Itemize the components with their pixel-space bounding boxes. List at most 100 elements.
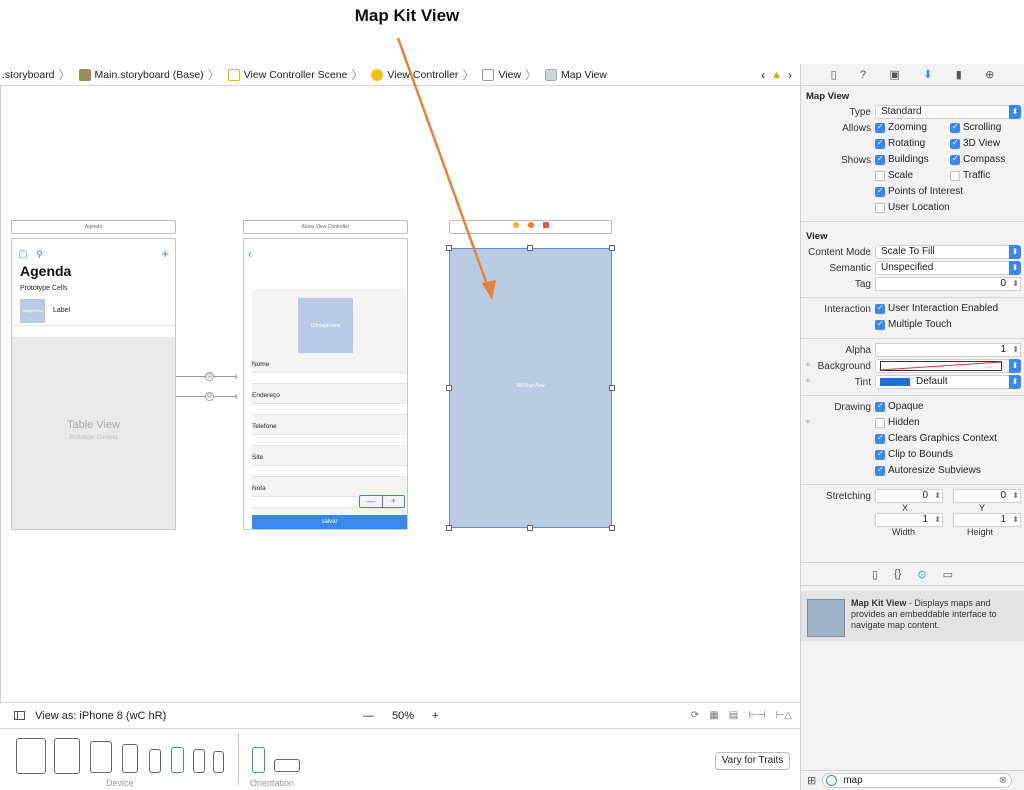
crumb-main-storyboard[interactable]: Main.storyboard (Base) 〉 xyxy=(77,66,226,83)
semantic-select[interactable]: Unspecified xyxy=(875,261,1021,275)
device-ipad-icon[interactable] xyxy=(90,741,112,773)
resize-handle[interactable] xyxy=(446,245,452,251)
stretch-y-stepper[interactable]: 0 xyxy=(953,489,1021,503)
zoom-out-button[interactable]: — xyxy=(363,710,374,722)
device-ipad-pro-10-icon[interactable] xyxy=(54,738,80,774)
endereco-field[interactable] xyxy=(252,403,407,415)
media-library-icon[interactable]: ▭ xyxy=(943,568,953,581)
storyboard-canvas[interactable]: Agenda ▢ ⚲ + Agenda Prototype Cells imag… xyxy=(0,86,800,702)
buildings-checkbox[interactable]: Buildings xyxy=(875,154,929,165)
embed-in-stack-icon[interactable]: ▦ xyxy=(709,710,718,721)
multiple-touch-checkbox[interactable]: Multiple Touch xyxy=(875,319,952,330)
view-as-label[interactable]: View as: iPhone 8 (wC hR) xyxy=(35,710,166,722)
salvar-button[interactable]: salvar xyxy=(252,515,407,529)
opaque-checkbox[interactable]: Opaque xyxy=(875,401,924,412)
aluno-image-view[interactable]: UIImageView xyxy=(298,298,353,353)
update-frames-icon[interactable]: ⟳ xyxy=(691,710,699,721)
table-row[interactable]: imageView Label xyxy=(12,296,175,326)
resize-handle[interactable] xyxy=(527,245,533,251)
map-type-select[interactable]: Standard xyxy=(875,105,1021,119)
zoom-in-button[interactable]: + xyxy=(432,710,438,722)
device-iphone-plus-icon[interactable] xyxy=(122,744,138,773)
agenda-scene-header[interactable]: Agenda xyxy=(11,220,176,234)
vary-for-traits-button[interactable]: Vary for Traits xyxy=(715,752,790,770)
orientation-portrait-icon[interactable] xyxy=(252,747,265,773)
warning-icon[interactable]: ▲ xyxy=(771,69,782,81)
first-responder-icon[interactable] xyxy=(527,222,534,228)
device-iphone-8-icon[interactable] xyxy=(171,747,184,773)
library-item-map-kit-view[interactable]: Map Kit View - Displays maps and provide… xyxy=(801,591,1024,641)
resolve-issues-icon[interactable]: ⊢△ xyxy=(776,710,792,721)
device-ipad-pro-12-icon[interactable] xyxy=(16,738,46,774)
object-library-icon[interactable]: ⊙ xyxy=(917,568,926,581)
tint-color-select[interactable]: Default xyxy=(875,375,1021,389)
device-iphone-4-icon[interactable] xyxy=(213,751,224,773)
rotating-checkbox[interactable]: Rotating xyxy=(875,138,925,149)
add-icon[interactable]: + xyxy=(161,246,169,261)
exit-icon[interactable] xyxy=(542,222,549,228)
document-outline-toggle-icon[interactable] xyxy=(14,711,25,720)
segue-icon[interactable]: ▤ xyxy=(205,372,214,381)
chevron-left-icon[interactable]: ‹ xyxy=(761,68,765,82)
tag-stepper[interactable]: 0 xyxy=(875,277,1021,291)
resize-handle[interactable] xyxy=(446,525,452,531)
aluno-scene-header[interactable]: Aluno View Controller xyxy=(243,220,408,234)
points-of-interest-checkbox[interactable]: Points of Interest xyxy=(875,186,963,197)
scrolling-checkbox[interactable]: Scrolling xyxy=(950,122,1001,133)
add-variation-icon[interactable]: + xyxy=(805,417,811,428)
device-iphone-icon[interactable] xyxy=(193,749,205,773)
background-color-select[interactable] xyxy=(875,359,1021,373)
zoom-level[interactable]: 50% xyxy=(392,710,414,722)
user-interaction-checkbox[interactable]: User Interaction Enabled xyxy=(875,303,998,314)
hidden-checkbox[interactable]: Hidden xyxy=(875,417,920,428)
zooming-checkbox[interactable]: Zooming xyxy=(875,122,927,133)
stepper-plus[interactable]: + xyxy=(381,496,405,507)
resize-handle[interactable] xyxy=(446,385,452,391)
nome-field[interactable] xyxy=(252,372,407,384)
segue-icon[interactable]: ▤ xyxy=(205,392,214,401)
view-controller-icon[interactable] xyxy=(512,222,519,228)
chevron-right-icon[interactable]: › xyxy=(788,68,792,82)
code-snippet-library-icon[interactable]: {} xyxy=(894,568,901,580)
connections-inspector-icon[interactable]: ⊕ xyxy=(985,68,994,81)
crumb-scene[interactable]: View Controller Scene 〉 xyxy=(226,66,370,83)
file-template-library-icon[interactable]: ▯ xyxy=(872,568,878,581)
content-mode-select[interactable]: Scale To Fill xyxy=(875,245,1021,259)
file-inspector-icon[interactable]: ▯ xyxy=(831,68,837,81)
agenda-scene[interactable]: ▢ ⚲ + Agenda Prototype Cells imageView L… xyxy=(11,238,176,530)
search-icon[interactable]: ⚲ xyxy=(36,249,43,260)
clear-icon[interactable]: ⊗ xyxy=(999,774,1007,787)
compass-checkbox[interactable]: Compass xyxy=(950,154,1005,165)
resize-handle[interactable] xyxy=(609,245,615,251)
map-scene-header[interactable] xyxy=(449,220,612,234)
crumb-storyboard[interactable]: .storyboard 〉 xyxy=(0,66,77,83)
scale-checkbox[interactable]: Scale xyxy=(875,170,913,181)
crumb-map-view[interactable]: Map View xyxy=(543,68,609,81)
add-variation-icon[interactable]: + xyxy=(805,360,811,371)
attributes-inspector-icon[interactable]: ⬇ xyxy=(923,68,932,81)
add-constraints-icon[interactable]: ⊢⊣ xyxy=(748,710,765,721)
device-iphone-se-icon[interactable] xyxy=(149,749,161,773)
stepper-minus[interactable]: — xyxy=(360,496,382,507)
stretch-width-stepper[interactable]: 1 xyxy=(875,513,943,527)
nota-field[interactable] xyxy=(252,496,357,508)
identity-inspector-icon[interactable]: ▣ xyxy=(889,68,899,81)
crumb-view-controller[interactable]: View Controller 〉 xyxy=(369,66,480,83)
quick-help-icon[interactable]: ? xyxy=(860,69,866,81)
telefone-field[interactable] xyxy=(252,434,407,446)
crumb-view[interactable]: View 〉 xyxy=(480,66,543,83)
library-filter-input[interactable]: map ⊗ xyxy=(822,773,1013,788)
nota-stepper[interactable]: — + xyxy=(359,495,405,508)
stretch-x-stepper[interactable]: 0 xyxy=(875,489,943,503)
user-location-checkbox[interactable]: User Location xyxy=(875,202,950,213)
add-variation-icon[interactable]: + xyxy=(805,376,811,387)
resize-handle[interactable] xyxy=(527,525,533,531)
size-inspector-icon[interactable]: ▮ xyxy=(956,68,962,81)
stretch-height-stepper[interactable]: 1 xyxy=(953,513,1021,527)
book-icon[interactable]: ▢ xyxy=(18,249,27,260)
traffic-checkbox[interactable]: Traffic xyxy=(950,170,990,181)
resize-handle[interactable] xyxy=(609,385,615,391)
map-view[interactable]: MKMapView xyxy=(449,248,612,528)
aluno-scene[interactable]: ‹ UIImageView Nome Endereço Telefone Sit… xyxy=(243,238,408,530)
align-icon[interactable]: ▤ xyxy=(729,710,738,721)
